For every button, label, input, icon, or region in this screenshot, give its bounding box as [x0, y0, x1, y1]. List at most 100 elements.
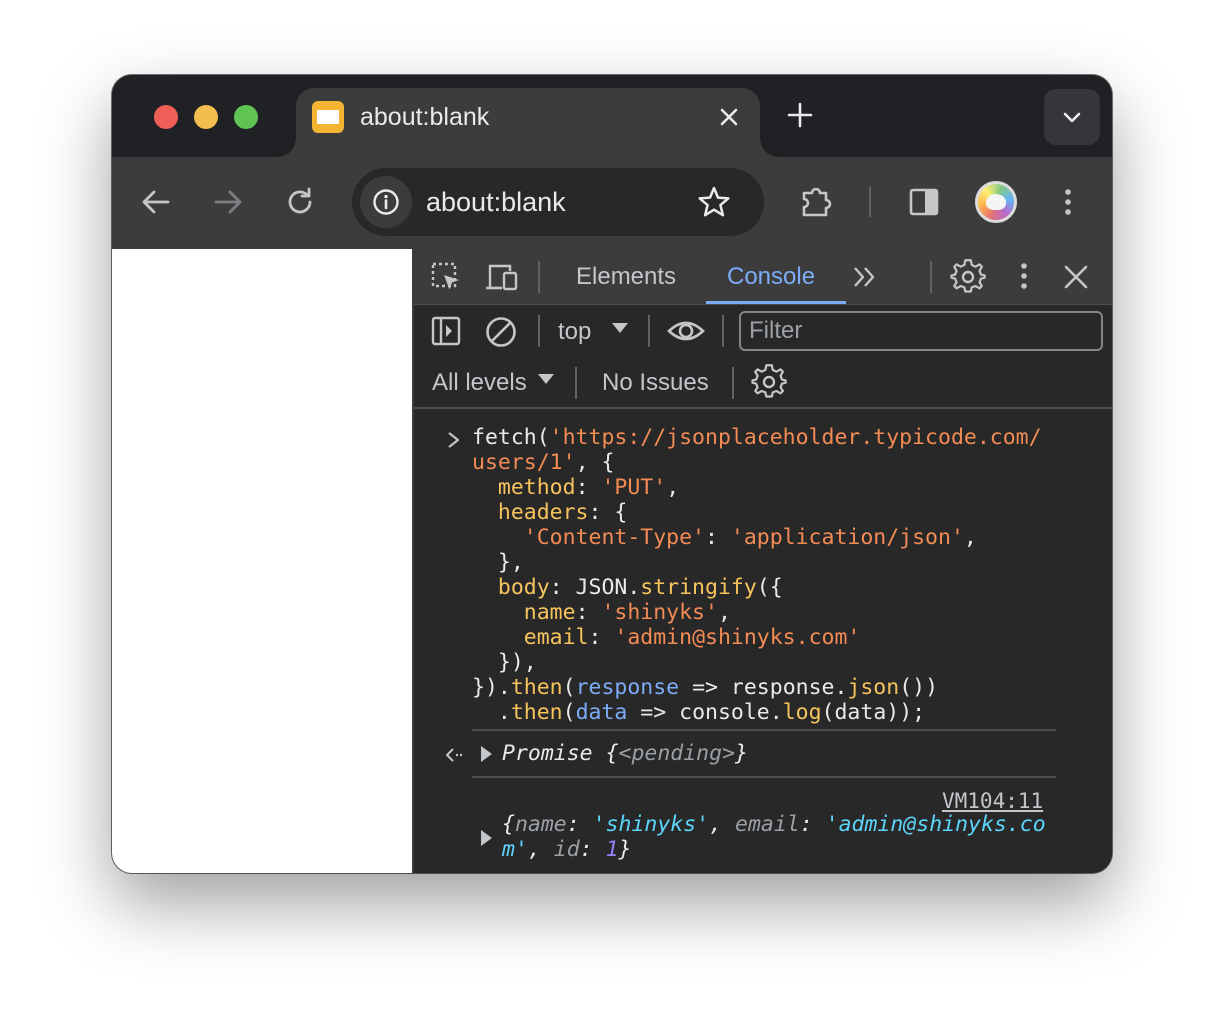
- address-bar[interactable]: about:blank: [352, 168, 764, 236]
- code-line: }).then(response => response.json()): [472, 675, 1042, 700]
- code-token: json: [847, 675, 900, 700]
- code-token: }: [735, 741, 748, 766]
- code-token: 'https://jsonplaceholder.typicode.com/: [549, 425, 1042, 450]
- context-selector[interactable]: top: [558, 317, 591, 347]
- code-token: 'admin@shinyks.com': [614, 625, 861, 650]
- new-tab-icon[interactable]: [784, 99, 816, 131]
- toolbar-separator: [648, 315, 650, 347]
- code-token: 'Content-Type': [523, 525, 705, 550]
- live-expression-eye-icon[interactable]: [666, 313, 706, 349]
- code-token: stringify: [640, 575, 757, 600]
- clear-console-icon[interactable]: [484, 315, 518, 349]
- sidebar-toggle-icon[interactable]: [430, 315, 462, 347]
- dropdown-caret-icon[interactable]: [611, 321, 629, 335]
- code-token: :: [575, 600, 602, 625]
- code-token: response: [575, 675, 680, 700]
- code-token: ,: [709, 812, 736, 837]
- code-token: {: [605, 741, 619, 766]
- info-icon: [373, 189, 399, 215]
- return-value[interactable]: Promise {<pending>}: [502, 741, 748, 766]
- bookmark-star-icon[interactable]: [696, 184, 732, 220]
- devtools-menu-icon[interactable]: [1008, 259, 1040, 295]
- code-token: name: [514, 812, 567, 837]
- dropdown-caret-icon[interactable]: [537, 372, 555, 386]
- url-text[interactable]: about:blank: [426, 185, 566, 219]
- site-info-button[interactable]: [360, 176, 412, 228]
- minimize-window-button[interactable]: [194, 105, 218, 129]
- code-line: method: 'PUT',: [472, 475, 1042, 500]
- log-source-link[interactable]: VM104:11: [942, 789, 1043, 814]
- more-tabs-chevrons-icon[interactable]: [850, 263, 880, 291]
- code-token: then: [510, 700, 563, 725]
- code-token: ,: [666, 475, 680, 500]
- code-token: :: [799, 812, 826, 837]
- console-input-code[interactable]: fetch('https://jsonplaceholder.typicode.…: [472, 425, 1042, 725]
- device-toolbar-icon[interactable]: [484, 261, 520, 293]
- code-token: <pending>: [618, 741, 736, 766]
- code-token: data: [575, 700, 628, 725]
- code-token: headers: [497, 500, 589, 525]
- tab-console[interactable]: Console: [727, 249, 815, 305]
- code-line: users/1', {: [472, 450, 1042, 475]
- code-token: ,: [527, 837, 554, 862]
- code-token: body: [497, 575, 550, 600]
- close-window-button[interactable]: [154, 105, 178, 129]
- code-token: }),: [472, 650, 537, 675]
- close-tab-icon[interactable]: [714, 102, 744, 132]
- close-devtools-icon[interactable]: [1060, 261, 1092, 293]
- code-token: id: [553, 837, 580, 862]
- code-token: 'application/json': [730, 525, 964, 550]
- tabbar-separator: [538, 261, 540, 293]
- code-token: method: [497, 475, 576, 500]
- tab-elements[interactable]: Elements: [576, 249, 676, 305]
- code-line: },: [472, 550, 1042, 575]
- code-token: (: [562, 700, 576, 725]
- code-line: Promise {<pending>}: [502, 741, 748, 766]
- return-value-arrow-icon: [446, 748, 463, 762]
- expand-triangle-icon[interactable]: [481, 746, 492, 762]
- inspect-element-icon[interactable]: [430, 261, 462, 293]
- forward-arrow-icon[interactable]: [210, 184, 246, 220]
- back-arrow-icon[interactable]: [138, 184, 174, 220]
- code-token: users/1': [472, 450, 576, 475]
- profile-avatar[interactable]: [975, 181, 1017, 223]
- expand-triangle-icon[interactable]: [481, 830, 492, 846]
- toolbar-separator: [869, 187, 871, 217]
- extensions-puzzle-icon[interactable]: [799, 184, 835, 220]
- log-object[interactable]: {name: 'shinyks', email: 'admin@shinyks.…: [502, 812, 1046, 862]
- tab-strip: about:blank: [112, 75, 1112, 157]
- code-token: ()): [899, 675, 939, 700]
- code-line: }),: [472, 650, 1042, 675]
- tabbar-separator: [930, 261, 932, 293]
- tab-search-button[interactable]: [1044, 89, 1100, 145]
- tab-title: about:blank: [360, 103, 490, 131]
- code-line: .then(data => console.log(data));: [472, 700, 1042, 725]
- code-line: name: 'shinyks',: [472, 600, 1042, 625]
- maximize-window-button[interactable]: [234, 105, 258, 129]
- toolbar-separator: [722, 315, 724, 347]
- browser-tab[interactable]: about:blank: [278, 88, 778, 157]
- reload-icon[interactable]: [282, 184, 318, 220]
- code-token: 'shinyks': [592, 812, 710, 837]
- console-settings-gear-icon[interactable]: [751, 364, 787, 400]
- code-token: : JSON.: [549, 575, 641, 600]
- code-token: then: [510, 675, 563, 700]
- log-levels-selector[interactable]: All levels: [432, 368, 527, 398]
- code-token: email: [735, 812, 800, 837]
- code-token: ({: [756, 575, 783, 600]
- code-token: => console.: [627, 700, 783, 725]
- side-panel-icon[interactable]: [906, 184, 942, 220]
- issues-button[interactable]: No Issues: [602, 368, 709, 398]
- code-line: body: JSON.stringify({: [472, 575, 1042, 600]
- filter-input[interactable]: [739, 311, 1103, 351]
- settings-gear-icon[interactable]: [950, 259, 986, 295]
- code-line: m', id: 1}: [502, 837, 1046, 862]
- more-menu-icon[interactable]: [1050, 184, 1086, 220]
- code-token: fetch(: [472, 425, 550, 450]
